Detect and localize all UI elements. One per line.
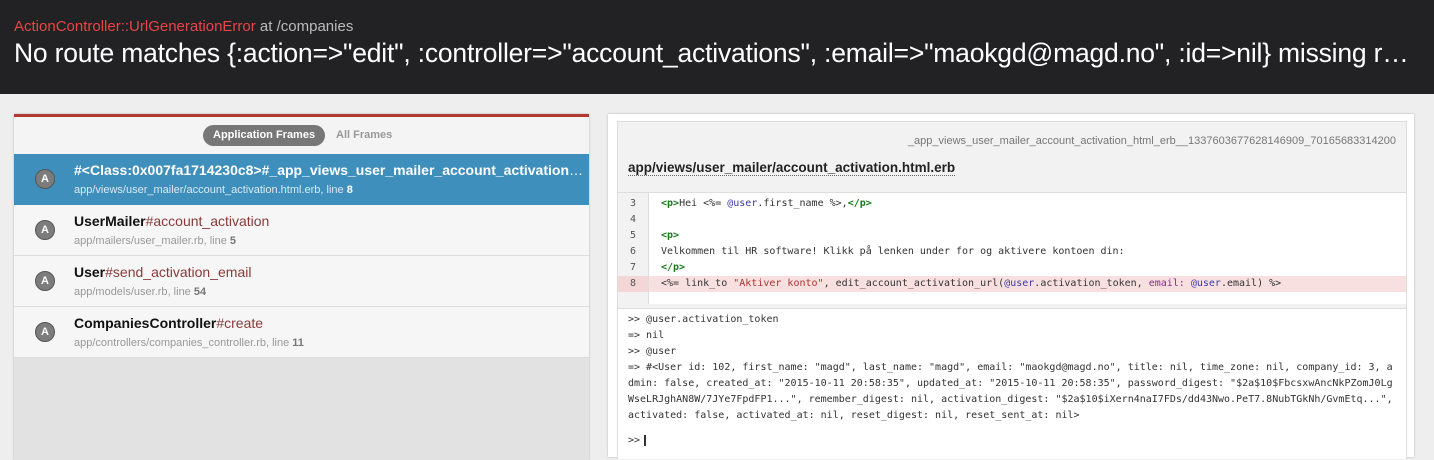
- error-message: No route matches {:action=>"edit", :cont…: [14, 38, 1420, 68]
- frame-name: UserMailer#account_activation: [74, 213, 584, 229]
- error-header: ActionController::UrlGenerationError at …: [0, 0, 1434, 94]
- line-number: 5: [629, 230, 637, 241]
- frame-name: CompaniesController#create: [74, 315, 584, 331]
- frame-location: app/mailers/user_mailer.rb, line 5: [74, 235, 236, 247]
- frame-class: User: [74, 264, 106, 280]
- frame-location: app/models/user.rb, line 54: [74, 286, 206, 298]
- app-frame-badge: A: [35, 169, 55, 189]
- frame-method: #create: [216, 315, 264, 331]
- frame-file: app/views/user_mailer/account_activation…: [74, 184, 321, 196]
- frame-tabs: Application Frames All Frames: [14, 117, 589, 155]
- frame-location: app/controllers/companies_controller.rb,…: [74, 337, 304, 349]
- frame-method: #account_activation: [145, 213, 270, 229]
- frame-detail-panel: _app_views_user_mailer_account_activatio…: [608, 114, 1414, 459]
- frame-line-number: 5: [229, 235, 237, 247]
- frame-item[interactable]: A CompaniesController#create app/control…: [14, 307, 589, 358]
- frame-line-number: 54: [193, 286, 207, 298]
- app-frame-badge: A: [35, 220, 55, 240]
- app-frame-badge: A: [35, 271, 55, 291]
- tab-application-frames[interactable]: Application Frames: [203, 125, 326, 146]
- compiled-template-name: _app_views_user_mailer_account_activatio…: [907, 135, 1396, 147]
- code-line: </p>: [661, 262, 686, 273]
- frame-location: app/views/user_mailer/account_activation…: [74, 184, 353, 196]
- code-viewer: _app_views_user_mailer_account_activatio…: [617, 121, 1407, 459]
- line-number: 4: [629, 214, 637, 225]
- code-header: _app_views_user_mailer_account_activatio…: [618, 122, 1406, 193]
- console-cursor: [644, 434, 647, 446]
- frame-class: UserMailer: [74, 213, 146, 229]
- code-line: <p>: [661, 230, 680, 241]
- console-output: => #<User id: 102, first_name: "magd", l…: [628, 362, 1399, 421]
- frame-item[interactable]: A #<Class:0x007fa1714230c8>#_app_views_u…: [14, 154, 589, 205]
- frame-file: app/models/user.rb: [74, 286, 168, 298]
- console-prompt: >>: [628, 435, 641, 446]
- error-class: ActionController::UrlGenerationError: [14, 18, 256, 35]
- frame-line-prefix: , line: [266, 337, 293, 349]
- console-line: >> @user.activation_token: [628, 314, 779, 325]
- frame-method: #_app_views_user_mailer_account_activati…: [261, 162, 584, 178]
- source-file-link[interactable]: app/views/user_mailer/account_activation…: [628, 160, 956, 176]
- line-number-gutter: 3 4 5 6 7 8: [618, 193, 649, 304]
- frame-item[interactable]: A User#send_activation_email app/models/…: [14, 256, 589, 307]
- frame-line-prefix: , line: [167, 286, 194, 298]
- frames-panel: Application Frames All Frames A #<Class:…: [14, 114, 589, 460]
- frame-name: User#send_activation_email: [74, 264, 584, 280]
- console-prompt-line[interactable]: >>: [628, 433, 1398, 449]
- frame-line-prefix: , line: [203, 235, 230, 247]
- frame-class: #<Class:0x007fa1714230c8>: [74, 162, 262, 178]
- tab-all-frames[interactable]: All Frames: [326, 125, 402, 146]
- frame-line-number: 11: [292, 337, 304, 349]
- repl-console[interactable]: >> @user.activation_token => nil >> @use…: [618, 308, 1406, 459]
- code-line-highlighted: <%= link_to "Aktiver konto", edit_accoun…: [649, 276, 1406, 292]
- line-number-highlighted: 8: [618, 276, 648, 292]
- error-context: at /companies: [255, 18, 354, 35]
- console-line: => nil: [628, 330, 665, 341]
- frame-file: app/mailers/user_mailer.rb: [74, 235, 204, 247]
- error-title: ActionController::UrlGenerationError at …: [14, 18, 353, 35]
- frame-line-prefix: , line: [320, 184, 347, 196]
- code-line: <p>Hei <%= @user.first_name %>,</p>: [661, 198, 872, 209]
- frame-method: #send_activation_email: [105, 264, 252, 280]
- code-line: Velkommen til HR software! Klikk på lenk…: [661, 246, 1125, 257]
- frame-file: app/controllers/companies_controller.rb: [74, 337, 266, 349]
- line-number: 6: [629, 246, 637, 257]
- console-line: >> @user: [628, 346, 677, 357]
- frame-name: #<Class:0x007fa1714230c8>#_app_views_use…: [74, 162, 584, 178]
- line-number: 3: [629, 198, 637, 209]
- frame-item[interactable]: A UserMailer#account_activation app/mail…: [14, 205, 589, 256]
- frame-class: CompaniesController: [74, 315, 217, 331]
- frame-line-number: 8: [346, 184, 353, 196]
- line-number: 7: [629, 262, 637, 273]
- code-lines: <p>Hei <%= @user.first_name %>,</p> <p> …: [649, 193, 1406, 304]
- app-frame-badge: A: [35, 322, 55, 342]
